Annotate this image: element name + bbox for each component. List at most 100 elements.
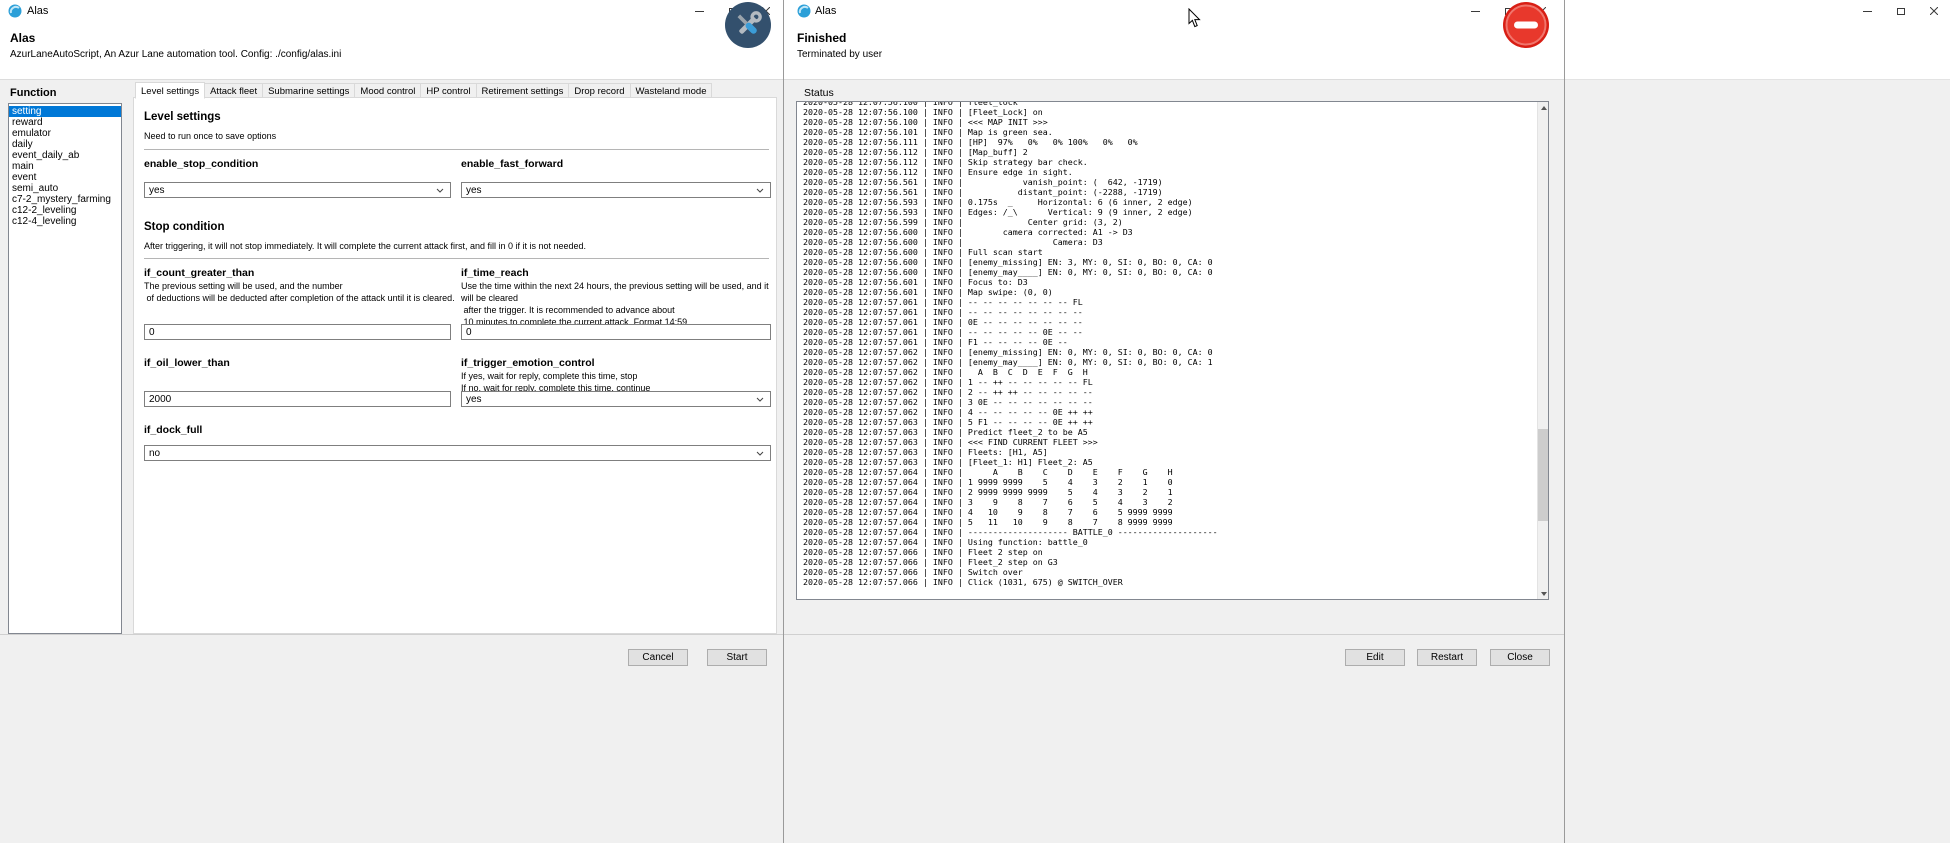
status-group-label: Status <box>804 87 834 99</box>
log-line: 2020-05-28 12:07:56.112 | INFO | [Map_bu… <box>803 147 1535 157</box>
mouse-cursor <box>1188 8 1201 33</box>
if-trigger-emotion-control-select[interactable]: yes <box>461 391 771 407</box>
function-item-reward[interactable]: reward <box>9 117 121 128</box>
minimize-icon[interactable] <box>1459 0 1492 22</box>
cancel-button[interactable]: Cancel <box>628 649 688 666</box>
background-window-controls <box>1851 0 1950 22</box>
scroll-up-icon[interactable] <box>1538 102 1549 113</box>
log-line: 2020-05-28 12:07:56.593 | INFO | 0.175s … <box>803 197 1535 207</box>
enable-stop-condition-select[interactable]: yes <box>144 182 451 198</box>
log-line: 2020-05-28 12:07:57.063 | INFO | Predict… <box>803 427 1535 437</box>
log-line: 2020-05-28 12:07:56.561 | INFO | distant… <box>803 187 1535 197</box>
tab-submarine-settings[interactable]: Submarine settings <box>263 83 355 98</box>
log-line: 2020-05-28 12:07:56.111 | INFO | [HP] 97… <box>803 137 1535 147</box>
log-line: 2020-05-28 12:07:57.062 | INFO | 3 0E --… <box>803 397 1535 407</box>
screen: Alas Alas AzurLaneAutoScript, An Azur La… <box>0 0 1950 843</box>
function-item-main[interactable]: main <box>9 161 121 172</box>
log-line: 2020-05-28 12:07:57.062 | INFO | A B C D… <box>803 367 1535 377</box>
chevron-down-icon <box>436 188 444 193</box>
page-subtitle: AzurLaneAutoScript, An Azur Lane automat… <box>10 49 341 60</box>
log-line: 2020-05-28 12:07:57.064 | INFO | 5 11 10… <box>803 517 1535 527</box>
if-time-reach-input[interactable] <box>461 324 771 340</box>
log-line: 2020-05-28 12:07:56.600 | INFO | Full sc… <box>803 247 1535 257</box>
log-line: 2020-05-28 12:07:57.064 | INFO | Using f… <box>803 537 1535 547</box>
log-line: 2020-05-28 12:07:56.601 | INFO | Focus t… <box>803 277 1535 287</box>
log-line: 2020-05-28 12:07:57.066 | INFO | Fleet 2… <box>803 547 1535 557</box>
maximize-icon[interactable] <box>1884 0 1917 22</box>
section-desc: After triggering, it will not stop immed… <box>144 240 764 252</box>
alas-settings-window: Alas Alas AzurLaneAutoScript, An Azur La… <box>0 0 784 843</box>
if-count-greater-than-input[interactable] <box>144 324 451 340</box>
log-line: 2020-05-28 12:07:57.064 | INFO | 1 9999 … <box>803 477 1535 487</box>
close-button[interactable]: Close <box>1490 649 1550 666</box>
log-line: 2020-05-28 12:07:56.600 | INFO | Camera:… <box>803 237 1535 247</box>
log-line: 2020-05-28 12:07:57.061 | INFO | -- -- -… <box>803 307 1535 317</box>
log-scrollbar[interactable] <box>1537 102 1548 599</box>
minimize-icon[interactable] <box>683 0 716 22</box>
log-line: 2020-05-28 12:07:56.561 | INFO | vanish_… <box>803 177 1535 187</box>
scroll-down-icon[interactable] <box>1538 588 1549 599</box>
log-line: 2020-05-28 12:07:57.064 | INFO | 4 10 9 … <box>803 507 1535 517</box>
section-title: Level settings <box>144 111 221 123</box>
tab-mood-control[interactable]: Mood control <box>355 83 421 98</box>
select-value: no <box>149 448 160 459</box>
enable-fast-forward-select[interactable]: yes <box>461 182 771 198</box>
function-item-event_daily_ab[interactable]: event_daily_ab <box>9 150 121 161</box>
log-line: 2020-05-28 12:07:57.062 | INFO | [enemy_… <box>803 357 1535 367</box>
log-line: 2020-05-28 12:07:56.593 | INFO | Edges: … <box>803 207 1535 217</box>
select-value: yes <box>149 185 165 196</box>
function-item-setting[interactable]: setting <box>9 106 121 117</box>
status-title: Finished <box>797 31 846 45</box>
log-line: 2020-05-28 12:07:57.066 | INFO | Fleet_2… <box>803 557 1535 567</box>
log-line: 2020-05-28 12:07:57.064 | INFO | A B C D… <box>803 467 1535 477</box>
log-line: 2020-05-28 12:07:57.063 | INFO | Fleets:… <box>803 447 1535 457</box>
log-line: 2020-05-28 12:07:57.064 | INFO | -------… <box>803 527 1535 537</box>
close-icon[interactable] <box>1917 0 1950 22</box>
log-line: 2020-05-28 12:07:57.062 | INFO | [enemy_… <box>803 347 1535 357</box>
minimize-icon[interactable] <box>1851 0 1884 22</box>
if-oil-lower-than-input[interactable] <box>144 391 451 407</box>
log-line: 2020-05-28 12:07:57.063 | INFO | 5 F1 --… <box>803 417 1535 427</box>
stopped-badge-icon <box>1503 2 1549 48</box>
divider <box>144 149 769 150</box>
log-line: 2020-05-28 12:07:56.601 | INFO | Map swi… <box>803 287 1535 297</box>
start-button[interactable]: Start <box>707 649 767 666</box>
log-line: 2020-05-28 12:07:56.600 | INFO | camera … <box>803 227 1535 237</box>
edit-button[interactable]: Edit <box>1345 649 1405 666</box>
function-item-event[interactable]: event <box>9 172 121 183</box>
tab-drop-record[interactable]: Drop record <box>569 83 630 98</box>
restart-button[interactable]: Restart <box>1417 649 1477 666</box>
chevron-down-icon <box>756 188 764 193</box>
tab-hp-control[interactable]: HP control <box>421 83 476 98</box>
field-label: enable_fast_forward <box>461 158 563 170</box>
if-dock-full-select[interactable]: no <box>144 445 771 461</box>
log-line: 2020-05-28 12:07:57.062 | INFO | 4 -- --… <box>803 407 1535 417</box>
function-item-c12-4_leveling[interactable]: c12-4_leveling <box>9 216 121 227</box>
chevron-down-icon <box>756 397 764 402</box>
scrollbar-thumb[interactable] <box>1538 429 1549 521</box>
field-label: if_count_greater_than <box>144 267 254 279</box>
log-line: 2020-05-28 12:07:57.063 | INFO | [Fleet_… <box>803 457 1535 467</box>
function-item-c12-2_leveling[interactable]: c12-2_leveling <box>9 205 121 216</box>
status-subtitle: Terminated by user <box>797 49 882 60</box>
function-list[interactable]: settingrewardemulatordailyevent_daily_ab… <box>8 103 122 634</box>
log-line: 2020-05-28 12:07:57.066 | INFO | Switch … <box>803 567 1535 577</box>
log-box[interactable]: 2020-05-28 12:07:56.100 | INFO | fleet_l… <box>796 101 1549 600</box>
tab-wasteland-mode[interactable]: Wasteland mode <box>631 83 713 98</box>
log-line: 2020-05-28 12:07:57.063 | INFO | <<< FIN… <box>803 437 1535 447</box>
function-item-daily[interactable]: daily <box>9 139 121 150</box>
function-item-emulator[interactable]: emulator <box>9 128 121 139</box>
select-value: yes <box>466 185 482 196</box>
function-item-c7-2_mystery_farming[interactable]: c7-2_mystery_farming <box>9 194 121 205</box>
field-label: if_time_reach <box>461 267 529 279</box>
tab-attack-fleet[interactable]: Attack fleet <box>205 83 263 98</box>
log-line: 2020-05-28 12:07:56.101 | INFO | Map is … <box>803 127 1535 137</box>
log-line: 2020-05-28 12:07:56.100 | INFO | [Fleet_… <box>803 107 1535 117</box>
tab-level-settings[interactable]: Level settings <box>135 82 205 99</box>
divider <box>144 258 769 259</box>
right-titlebar[interactable]: Alas <box>784 0 1564 22</box>
tab-retirement-settings[interactable]: Retirement settings <box>477 83 570 98</box>
left-titlebar[interactable]: Alas <box>0 0 783 22</box>
log-line: 2020-05-28 12:07:57.066 | INFO | Click (… <box>803 577 1535 587</box>
function-item-semi_auto[interactable]: semi_auto <box>9 183 121 194</box>
